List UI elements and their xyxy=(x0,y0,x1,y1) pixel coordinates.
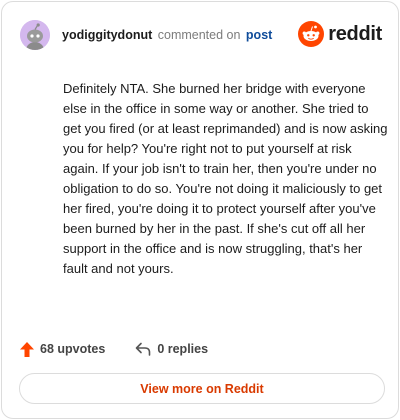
reddit-snoo-icon xyxy=(298,21,325,47)
upvotes-label: 68 upvotes xyxy=(40,342,106,356)
comment-footer: 68 upvotes 0 replies xyxy=(20,338,208,360)
comment-body: Definitely NTA. She burned her bridge wi… xyxy=(63,81,388,276)
username-link[interactable]: yodiggitydonut xyxy=(62,28,152,42)
replies-label: 0 replies xyxy=(157,342,209,356)
post-link[interactable]: post xyxy=(246,28,272,42)
reply-arrow-icon xyxy=(136,342,151,356)
comment-byline: yodiggitydonut commented on post xyxy=(62,28,272,42)
snoo-avatar-icon[interactable] xyxy=(20,20,50,50)
upvote-arrow-icon xyxy=(20,341,34,357)
replies-count[interactable]: 0 replies xyxy=(135,342,208,356)
comment-header: yodiggitydonut commented on post reddit xyxy=(20,20,382,50)
reddit-wordmark: reddit xyxy=(328,22,382,45)
upvotes-count[interactable]: 68 upvotes xyxy=(20,341,106,357)
view-more-on-reddit-button[interactable]: View more on Reddit xyxy=(19,373,385,404)
commented-on-label: commented on xyxy=(157,28,241,42)
reddit-logo[interactable]: reddit xyxy=(298,21,382,47)
comment-embed-card: yodiggitydonut commented on post reddit … xyxy=(1,1,399,419)
